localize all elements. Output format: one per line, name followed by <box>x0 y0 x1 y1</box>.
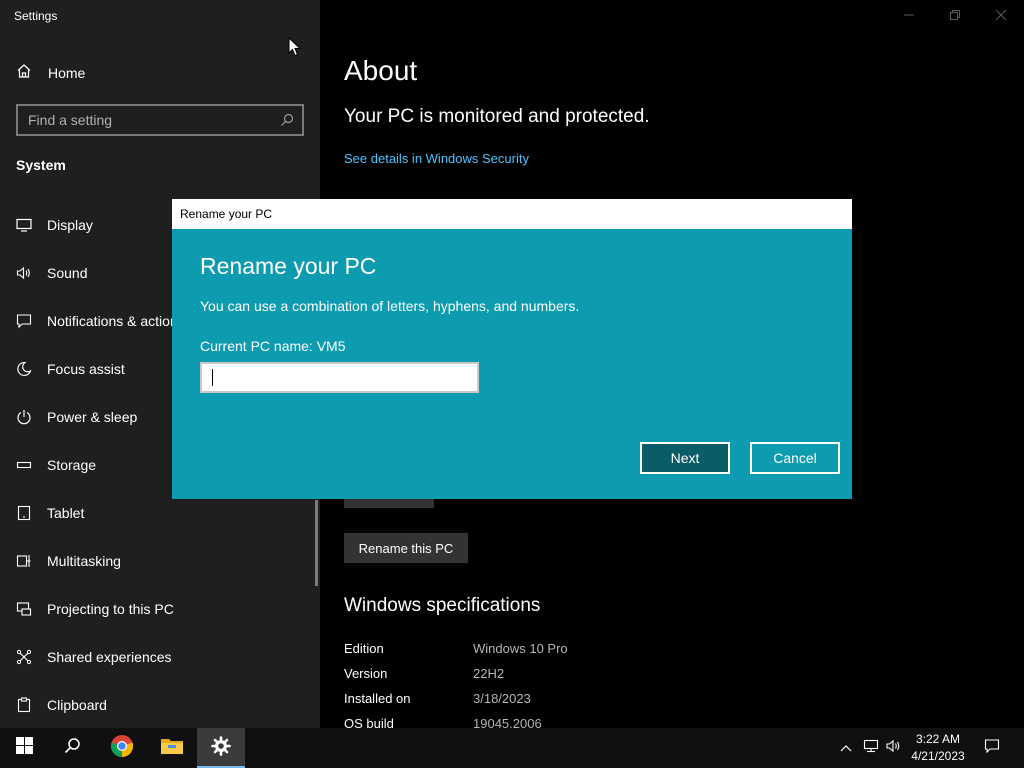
network-button[interactable] <box>860 728 882 768</box>
start-icon <box>15 737 33 759</box>
clock-time: 3:22 AM <box>915 732 961 746</box>
close-button[interactable] <box>978 0 1024 32</box>
search-icon <box>64 737 81 759</box>
spec-key: Installed on <box>344 691 411 706</box>
sidebar-home[interactable]: Home <box>16 62 85 84</box>
sidebar-item-label: Notifications & actions <box>47 313 185 329</box>
notification-icon <box>984 738 1000 759</box>
pc-name-field[interactable] <box>200 362 479 393</box>
sidebar-item-label: Focus assist <box>47 361 125 377</box>
specs-title: Windows specifications <box>344 595 541 616</box>
file-explorer-icon <box>160 736 184 761</box>
taskbar: 3:22 AM 4/21/2023 <box>0 728 1024 768</box>
taskbar-settings[interactable] <box>197 728 245 768</box>
multitasking-icon <box>16 553 32 569</box>
monitor-icon <box>16 217 32 233</box>
sidebar-item-label: Tablet <box>47 505 85 521</box>
sidebar-scrollbar[interactable] <box>315 500 318 586</box>
spec-row: Edition Windows 10 Pro <box>344 641 744 661</box>
taskbar-clock[interactable]: 3:22 AM 4/21/2023 <box>905 731 971 765</box>
sidebar-item-label: Display <box>47 217 93 233</box>
search-input[interactable] <box>18 106 302 134</box>
settings-icon <box>211 735 231 761</box>
dialog-description: You can use a combination of letters, hy… <box>200 298 580 314</box>
sidebar-item-label: Projecting to this PC <box>47 601 174 617</box>
clipboard-icon <box>16 697 32 713</box>
search-icon[interactable] <box>280 113 294 132</box>
close-icon <box>995 7 1007 25</box>
security-details-link[interactable]: See details in Windows Security <box>344 151 529 166</box>
projecting-icon <box>16 601 32 617</box>
sidebar-item-projecting[interactable]: Projecting to this PC <box>0 589 320 629</box>
sidebar-item-label: Sound <box>47 265 88 281</box>
mouse-cursor-icon <box>288 36 302 62</box>
spec-key: Version <box>344 666 388 681</box>
shared-icon <box>16 649 32 665</box>
taskbar-search-button[interactable] <box>48 728 96 768</box>
dialog-heading: Rename your PC <box>200 253 377 279</box>
power-icon <box>16 409 32 425</box>
spec-key: Edition <box>344 641 384 656</box>
chevron-up-icon <box>840 739 852 757</box>
sidebar-item-shared-experiences[interactable]: Shared experiences <box>0 637 320 677</box>
sidebar-item-label: Storage <box>47 457 97 473</box>
notification-icon <box>16 313 32 329</box>
page-title: About <box>344 55 418 86</box>
start-button[interactable] <box>0 728 48 768</box>
sidebar-item-clipboard[interactable]: Clipboard <box>0 685 320 725</box>
network-icon <box>863 739 879 758</box>
action-center-button[interactable] <box>978 728 1006 768</box>
volume-button[interactable] <box>884 728 904 768</box>
spec-value: Windows 10 Pro <box>473 641 568 656</box>
text-caret <box>212 369 213 386</box>
sidebar-item-label: Power & sleep <box>47 409 138 425</box>
moon-icon <box>16 361 32 377</box>
maximize-button[interactable] <box>932 0 978 32</box>
sidebar-item-label: Shared experiences <box>47 649 172 665</box>
volume-icon <box>886 739 902 758</box>
spec-row: Version 22H2 <box>344 666 744 686</box>
spec-value: 3/18/2023 <box>473 691 531 706</box>
tablet-icon <box>16 505 32 521</box>
home-icon <box>16 63 32 84</box>
dialog-window-title: Rename your PC <box>180 207 273 221</box>
storage-icon <box>16 457 32 473</box>
minimize-button[interactable] <box>886 0 932 32</box>
app-title: Settings <box>14 9 58 23</box>
sidebar-item-label: Multitasking <box>47 553 121 569</box>
restore-icon <box>950 7 960 25</box>
pc-name-input[interactable] <box>202 364 477 391</box>
rename-pc-dialog: Rename your PC Rename your PC You can us… <box>172 199 852 499</box>
taskbar-file-explorer[interactable] <box>148 728 196 768</box>
taskbar-chrome[interactable] <box>98 728 146 768</box>
rename-pc-button[interactable]: Rename this PC <box>344 533 468 563</box>
next-button[interactable]: Next <box>640 442 730 474</box>
show-hidden-icons-button[interactable] <box>836 728 856 768</box>
sidebar-item-tablet[interactable]: Tablet <box>0 493 320 533</box>
speaker-icon <box>16 265 32 281</box>
clock-date: 4/21/2023 <box>911 749 965 763</box>
current-pc-name: Current PC name: VM5 <box>200 338 346 354</box>
section-title: System <box>16 157 66 173</box>
search-box[interactable] <box>16 104 304 136</box>
protection-status: Your PC is monitored and protected. <box>344 106 650 127</box>
spec-value: 22H2 <box>473 666 505 681</box>
minimize-icon <box>904 7 914 25</box>
sidebar-item-label: Clipboard <box>47 697 107 713</box>
cancel-button[interactable]: Cancel <box>750 442 840 474</box>
dialog-titlebar[interactable]: Rename your PC <box>172 199 852 229</box>
chrome-icon <box>110 734 134 763</box>
sidebar-item-multitasking[interactable]: Multitasking <box>0 541 320 581</box>
spec-row: Installed on 3/18/2023 <box>344 691 744 711</box>
home-label: Home <box>48 65 86 81</box>
